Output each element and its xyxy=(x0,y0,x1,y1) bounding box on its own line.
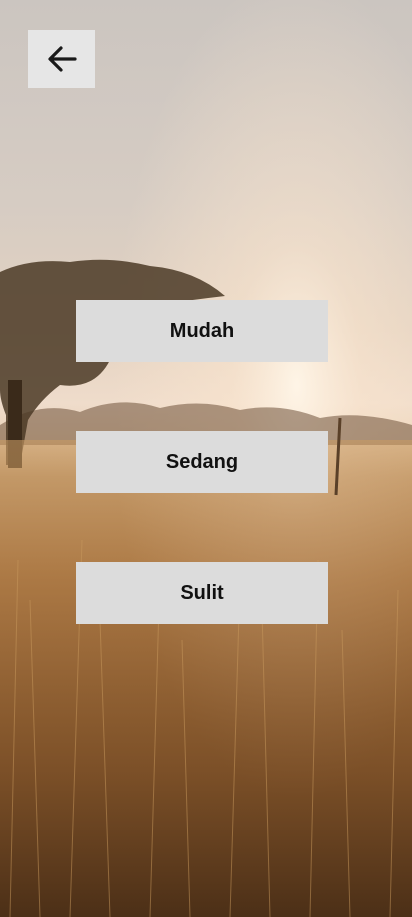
back-button[interactable] xyxy=(28,30,95,88)
arrow-left-icon xyxy=(47,46,77,72)
easy-level-button[interactable]: Mudah xyxy=(76,300,328,362)
medium-level-button[interactable]: Sedang xyxy=(76,431,328,493)
hard-level-button[interactable]: Sulit xyxy=(76,562,328,624)
difficulty-screen: Mudah Sedang Sulit xyxy=(0,0,412,917)
